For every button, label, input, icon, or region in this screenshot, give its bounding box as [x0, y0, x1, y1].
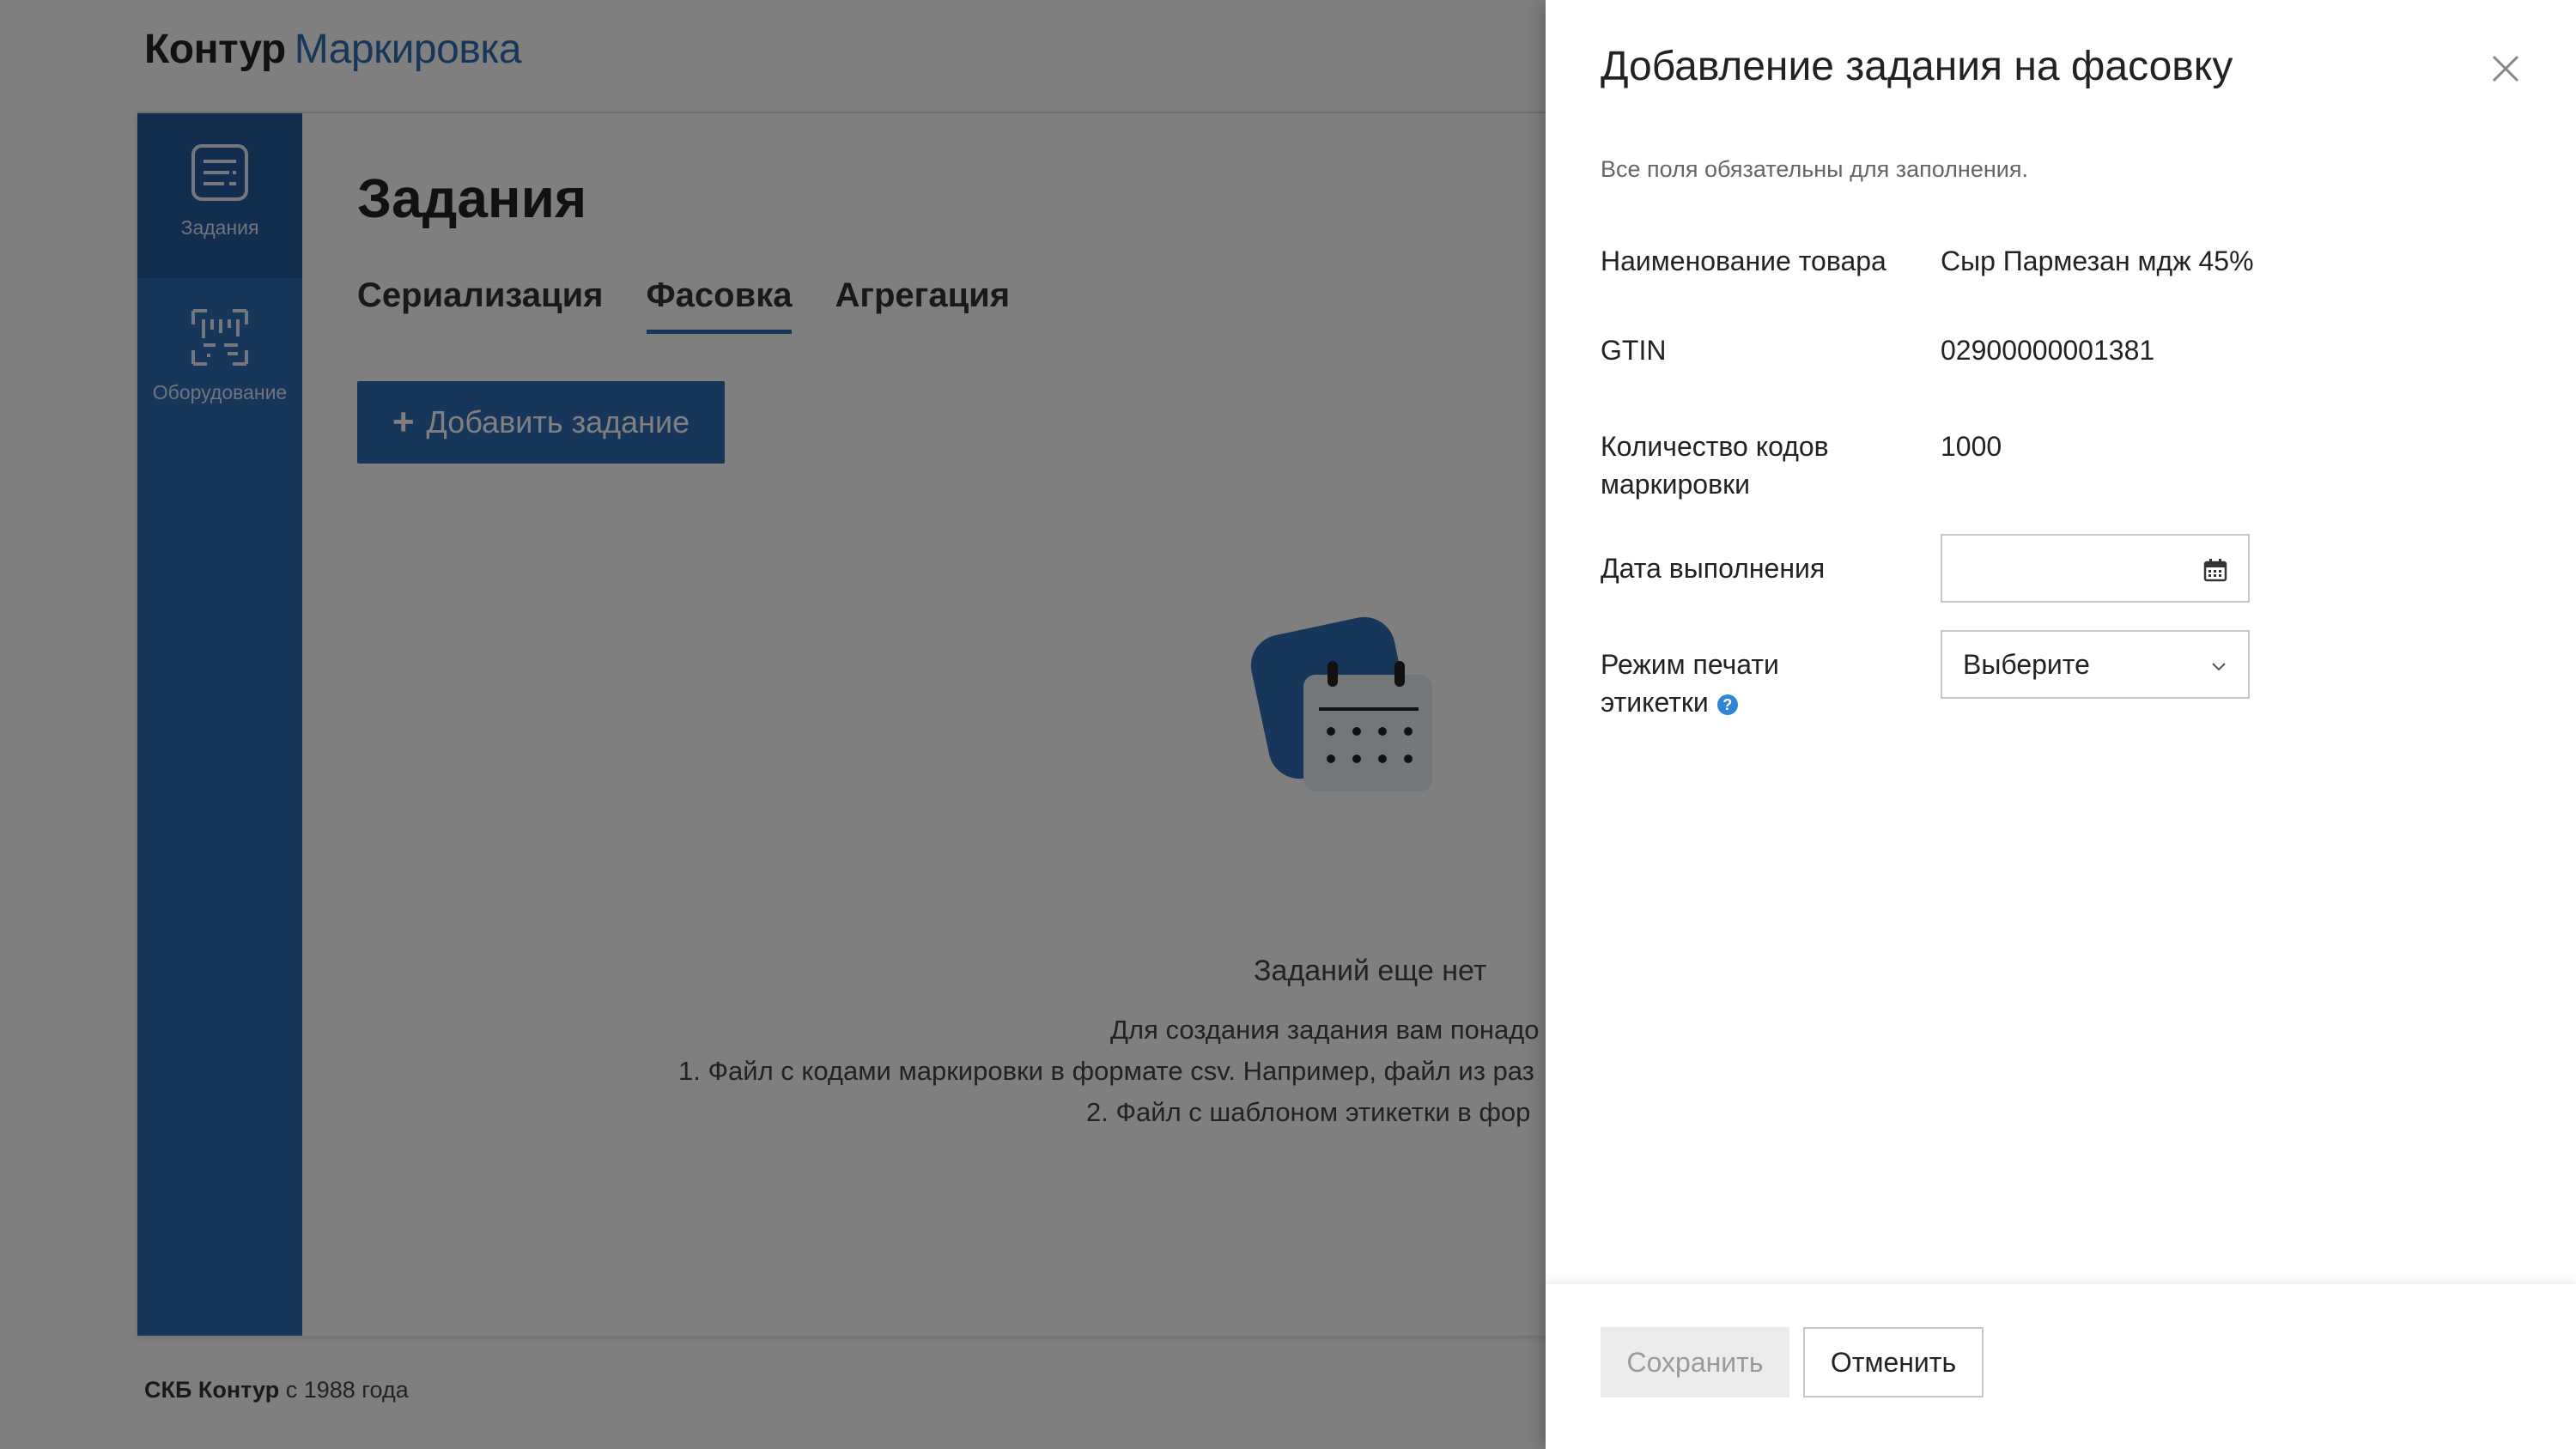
print-mode-label: Режим печати этикетки? — [1601, 646, 1893, 721]
save-button[interactable]: Сохранить — [1601, 1327, 1789, 1397]
codes-count-label: Количество кодов маркировки — [1601, 427, 1893, 503]
panel-footer: Сохранить Отменить — [1546, 1284, 2576, 1449]
execution-date-label: Дата выполнения — [1601, 553, 1826, 584]
print-mode-label-line: Режим печати — [1601, 649, 1779, 680]
print-mode-label-line: этикетки — [1601, 687, 1709, 718]
print-mode-select[interactable]: Выберите — [1941, 630, 2250, 699]
product-name-value: Сыр Пармезан мдж 45% — [1941, 246, 2254, 276]
product-name-label: Наименование товара — [1601, 246, 1886, 276]
required-fields-note: Все поля обязательны для заполнения. — [1601, 156, 2028, 182]
codes-count-label-line: Количество кодов — [1601, 431, 1829, 462]
chevron-down-icon — [2212, 663, 2226, 671]
gtin-label: GTIN — [1601, 335, 1667, 366]
add-packing-task-panel: Добавление задания на фасовку Все поля о… — [1546, 0, 2576, 1449]
execution-date-input[interactable] — [1941, 534, 2250, 603]
help-icon[interactable]: ? — [1716, 694, 1738, 715]
codes-count-label-line: маркировки — [1601, 469, 1750, 500]
print-mode-select-value: Выберите — [1963, 648, 2090, 680]
gtin-value: 02900000001381 — [1941, 335, 2155, 366]
cancel-button[interactable]: Отменить — [1803, 1327, 1984, 1397]
calendar-icon[interactable] — [2203, 558, 2227, 582]
print-mode-label-line-2: этикетки? — [1601, 683, 1893, 721]
codes-count-value: 1000 — [1941, 431, 2002, 462]
close-icon[interactable] — [2488, 52, 2523, 86]
panel-title: Добавление задания на фасовку — [1601, 44, 2233, 89]
